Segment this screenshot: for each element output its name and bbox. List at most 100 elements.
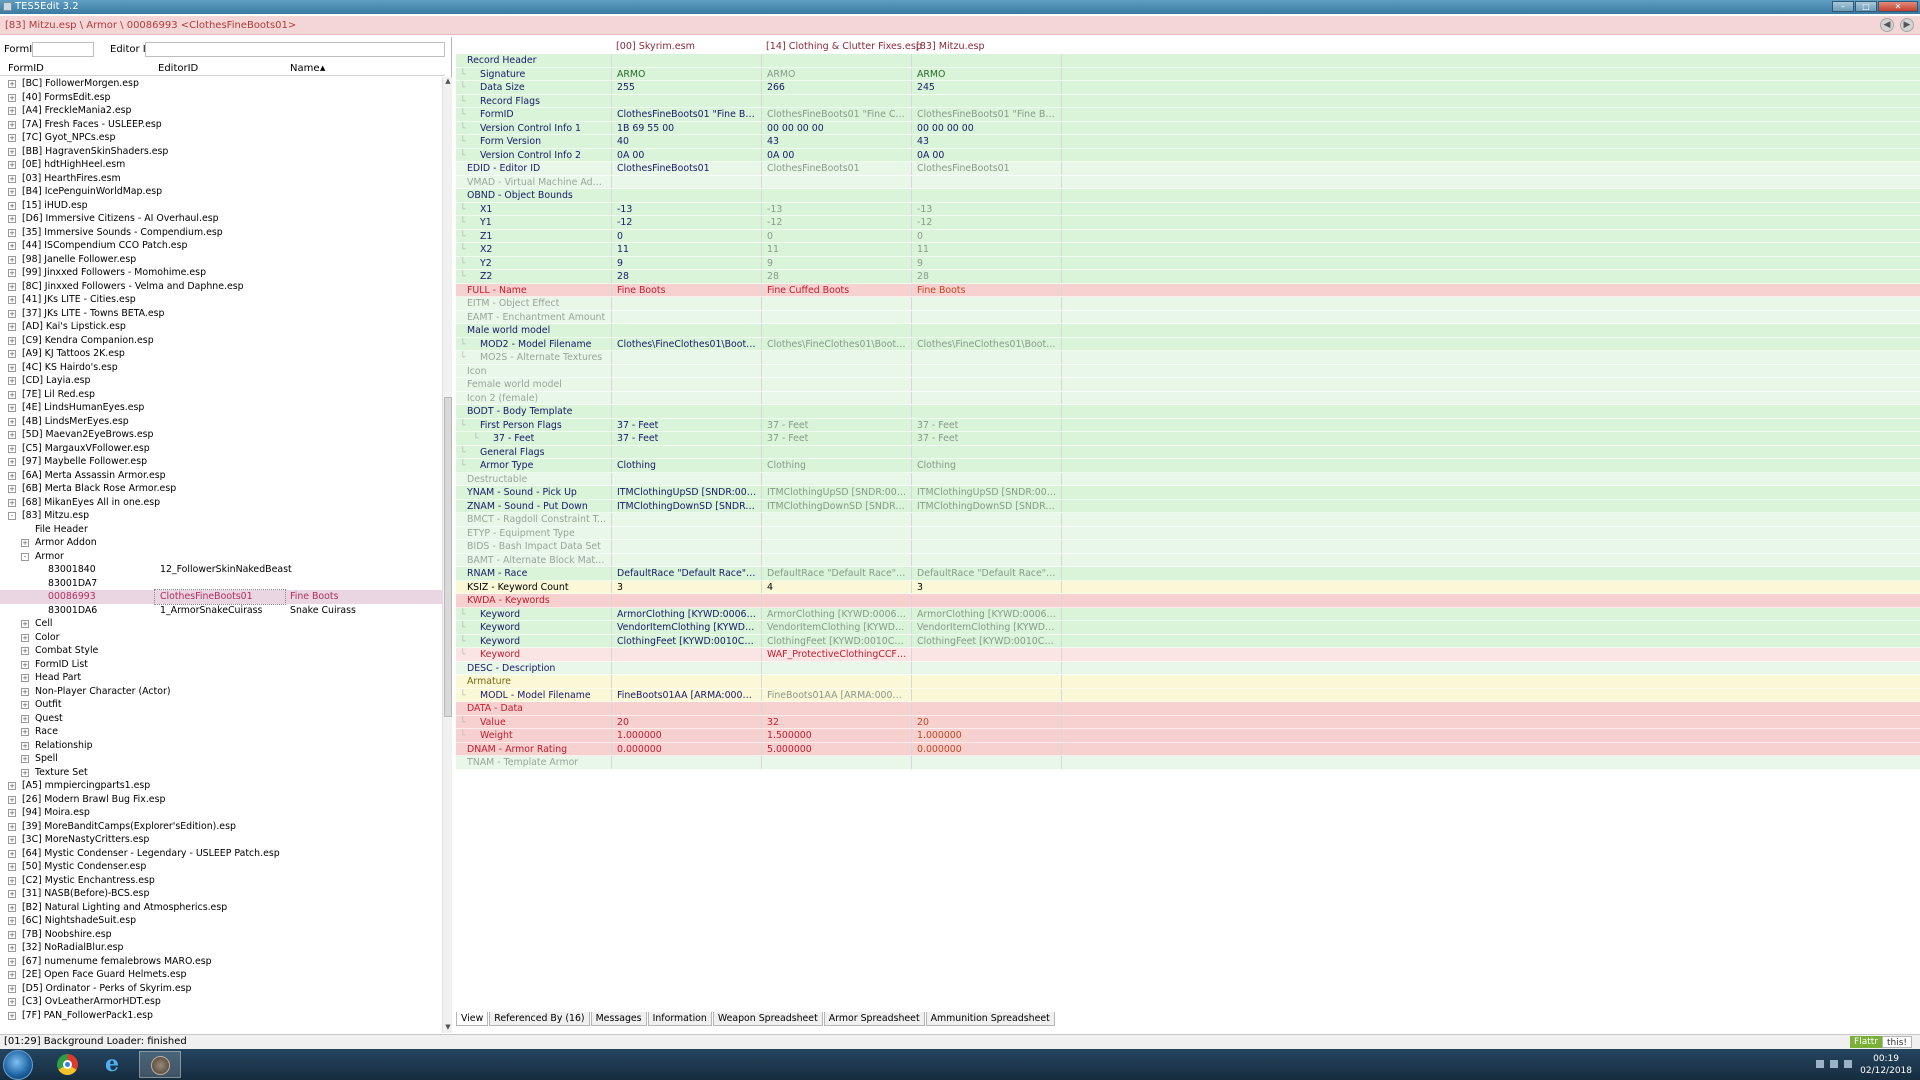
expand-icon[interactable]: +: [8, 336, 16, 345]
record-row[interactable]: Signature └ ARMO ARMO ARMO: [456, 67, 1920, 81]
record-value[interactable]: 40: [617, 135, 757, 149]
windows-start-icon[interactable]: [3, 1050, 33, 1080]
record-value[interactable]: ArmorClothing [KYWD:0006BBE8]: [767, 608, 907, 622]
record-row[interactable]: Data Size └ 255 266 245: [456, 81, 1920, 95]
column-header-skyrim[interactable]: [00] Skyrim.esm: [616, 41, 695, 52]
tree-row[interactable]: + [2E] Open Face Guard Helmets.esp: [0, 968, 442, 982]
record-row[interactable]: Record Header: [456, 54, 1920, 68]
record-value[interactable]: ClothesFineBoots01 "Fine Cuffed ...: [767, 108, 907, 122]
record-value[interactable]: FineBoots01AA [ARMA:00086992]: [767, 689, 907, 703]
tray-arrow-icon[interactable]: [1816, 1060, 1824, 1068]
expand-icon[interactable]: +: [8, 498, 16, 507]
record-value[interactable]: 0A 00: [617, 149, 757, 163]
tree-row[interactable]: + FormID List: [0, 658, 442, 672]
record-value[interactable]: 9: [767, 257, 907, 271]
tree-row[interactable]: + [4C] KS Hairdo's.esp: [0, 361, 442, 375]
expand-icon[interactable]: +: [21, 741, 29, 750]
record-value[interactable]: 20: [617, 716, 757, 730]
tree-row[interactable]: + [C9] Kendra Companion.esp: [0, 334, 442, 348]
tree-row[interactable]: + [5D] Maevan2EyeBrows.esp: [0, 428, 442, 442]
record-value[interactable]: 43: [767, 135, 907, 149]
record-value[interactable]: 37 - Feet: [767, 419, 907, 433]
tree-row[interactable]: + [BC] FollowerMorgen.esp: [0, 77, 442, 91]
tree-row[interactable]: + Texture Set: [0, 766, 442, 780]
record-row[interactable]: Version Control Info 1 └ 1B 69 55 00 00 00 …: [456, 121, 1920, 135]
record-value[interactable]: 37 - Feet: [917, 419, 1057, 433]
tab-view[interactable]: View: [456, 1012, 489, 1026]
expand-icon[interactable]: +: [8, 269, 16, 277]
record-value[interactable]: ITMClothingDownSD [SNDR:0003...: [617, 500, 757, 514]
record-value[interactable]: ITMClothingDownSD [SNDR:0003...: [917, 500, 1057, 514]
maximize-button[interactable]: □: [1855, 1, 1877, 12]
network-icon[interactable]: [1830, 1060, 1838, 1068]
record-row[interactable]: Male world model: [456, 324, 1920, 338]
record-value[interactable]: 0.000000: [917, 743, 1057, 757]
record-value[interactable]: Fine Cuffed Boots: [767, 284, 907, 298]
tree-row[interactable]: + [D6] Immersive Citizens - AI Overhaul.e…: [0, 212, 442, 226]
record-value[interactable]: 0: [617, 230, 757, 244]
volume-icon[interactable]: [1844, 1060, 1852, 1068]
tree-row[interactable]: + Relationship: [0, 739, 442, 753]
record-row[interactable]: Armor Type └ Clothing Clothing Clothing: [456, 459, 1920, 473]
expand-icon[interactable]: +: [8, 431, 16, 439]
record-row[interactable]: Z2 └ 28 28 28: [456, 270, 1920, 284]
editorid-filter-input[interactable]: [145, 42, 445, 57]
tree-row[interactable]: + [99] Jinxxed Followers - Momohime.esp: [0, 266, 442, 280]
expand-icon[interactable]: +: [21, 768, 29, 777]
record-value[interactable]: Clothing: [767, 459, 907, 473]
tree-row[interactable]: + [7B] Noobshire.esp: [0, 928, 442, 942]
tree-row[interactable]: 83001840 12_FollowerSkinNakedBeast: [0, 563, 442, 577]
tree-row[interactable]: + [37] JKs LITE - Towns BETA.esp: [0, 307, 442, 321]
expand-icon[interactable]: +: [8, 971, 16, 979]
record-row[interactable]: Form Version └ 40 43 43: [456, 135, 1920, 149]
record-row[interactable]: VMAD - Virtual Machine Adapter: [456, 175, 1920, 189]
record-value[interactable]: 0: [767, 230, 907, 244]
record-value[interactable]: 3: [617, 581, 757, 595]
record-row[interactable]: Female world model: [456, 378, 1920, 392]
expand-icon[interactable]: +: [8, 836, 16, 844]
close-button[interactable]: ✕: [1878, 1, 1918, 12]
back-icon[interactable]: ◀: [1880, 18, 1894, 32]
record-row[interactable]: General Flags └: [456, 445, 1920, 459]
record-value[interactable]: ITMClothingUpSD [SNDR:0003E87...: [767, 486, 907, 500]
record-value[interactable]: 37 - Feet: [617, 419, 757, 433]
record-row[interactable]: MODL - Model Filename └ FineBoots01AA [ARM…: [456, 688, 1920, 703]
formid-filter-input[interactable]: [32, 42, 94, 57]
record-row[interactable]: X1 └ -13 -13 -13: [456, 202, 1920, 217]
collapse-icon[interactable]: -: [8, 512, 16, 520]
tree-row[interactable]: + [7A] Fresh Faces - USLEEP.esp: [0, 118, 442, 132]
record-value[interactable]: Clothes\FineClothes01\BootsGO....: [617, 338, 757, 352]
forward-icon[interactable]: ▶: [1900, 18, 1914, 32]
record-row[interactable]: BMCT - Ragdoll Constraint Temp...: [456, 513, 1920, 527]
record-row[interactable]: TNAM - Template Armor: [456, 756, 1920, 770]
tab-messages[interactable]: Messages: [590, 1012, 647, 1026]
tree-row[interactable]: + [39] MoreBanditCamps(Explorer'sEdition)…: [0, 820, 442, 834]
tree-row[interactable]: + [15] iHUD.esp: [0, 199, 442, 213]
expand-icon[interactable]: +: [8, 309, 16, 318]
record-row[interactable]: BAMT - Alternate Block Material: [456, 553, 1920, 567]
tree-row[interactable]: + [03] HearthFires.esm: [0, 172, 442, 186]
record-row[interactable]: EITM - Object Effect: [456, 297, 1920, 311]
tree-row[interactable]: File Header: [0, 523, 442, 537]
expand-icon[interactable]: +: [21, 620, 29, 628]
record-row[interactable]: KSIZ - Keyword Count 3 4 3: [456, 580, 1920, 595]
expand-icon[interactable]: +: [21, 647, 29, 655]
record-row[interactable]: Icon 2 (female): [456, 391, 1920, 405]
expand-icon[interactable]: +: [8, 471, 16, 480]
expand-icon[interactable]: +: [8, 228, 16, 237]
record-value[interactable]: VendorItemClothing [KYWD:0008...: [917, 621, 1057, 635]
record-row[interactable]: EAMT - Enchantment Amount: [456, 310, 1920, 324]
tree-row[interactable]: + Color: [0, 631, 442, 645]
record-value[interactable]: -13: [767, 203, 907, 217]
expand-icon[interactable]: +: [8, 390, 16, 399]
record-value[interactable]: ITMClothingUpSD [SNDR:0003E87...: [617, 486, 757, 500]
record-row[interactable]: X2 └ 11 11 11: [456, 243, 1920, 257]
expand-icon[interactable]: +: [8, 147, 16, 156]
expand-icon[interactable]: +: [8, 93, 16, 102]
record-row[interactable]: Z1 └ 0 0 0: [456, 229, 1920, 244]
tree-scrollbar[interactable]: ▲ ▼: [442, 77, 452, 1033]
expand-icon[interactable]: +: [8, 201, 16, 210]
record-row[interactable]: RNAM - Race DefaultRace "Default Race" [R…: [456, 567, 1920, 581]
expand-icon[interactable]: +: [8, 1011, 16, 1020]
tree-row[interactable]: + Outfit: [0, 698, 442, 712]
